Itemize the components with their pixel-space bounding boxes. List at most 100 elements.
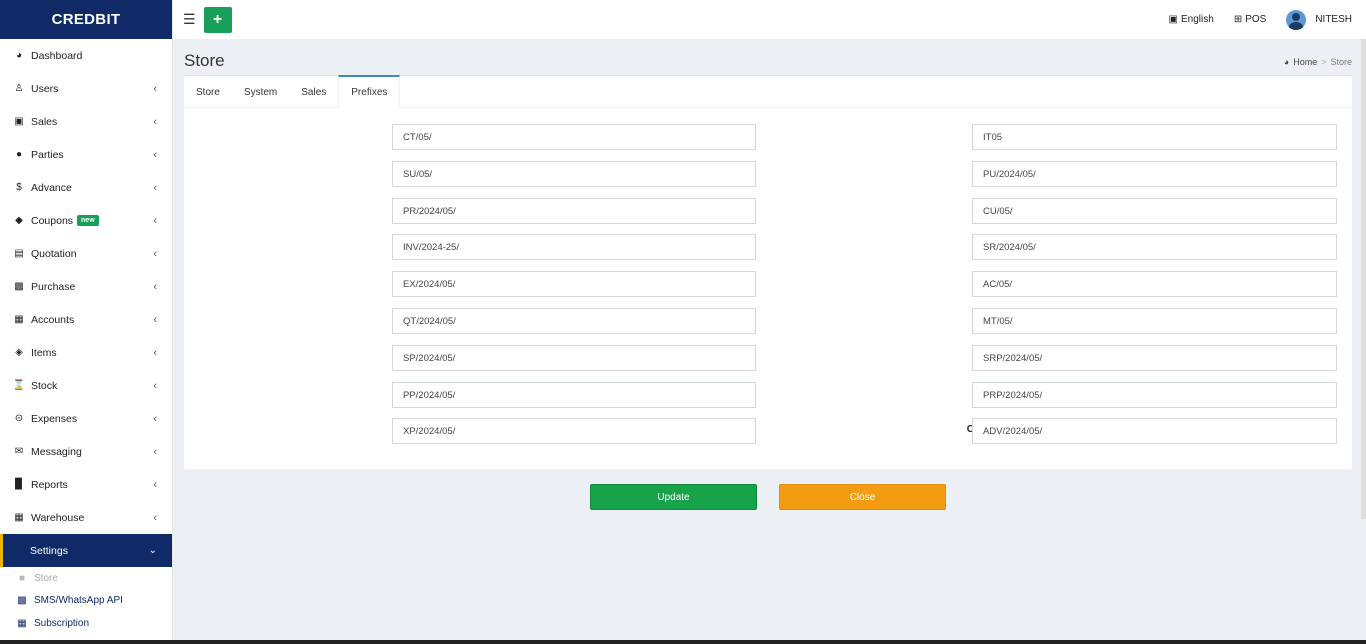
chevron-left-icon: ‹: [153, 247, 157, 260]
hourglass-icon: ⌛: [12, 380, 26, 391]
chevron-left-icon: ‹: [153, 313, 157, 326]
purchase-return-payment-prefix-input[interactable]: [972, 382, 1337, 408]
chevron-left-icon: ‹: [153, 148, 157, 161]
sidebar-item-label: Reports: [31, 478, 68, 491]
submenu-item-subscription[interactable]: ▦ Subscription: [0, 612, 172, 635]
bar-chart-icon: ▉: [15, 479, 23, 490]
sales-prefix-input[interactable]: [392, 234, 756, 260]
language-selector[interactable]: ▣ English: [1169, 14, 1214, 25]
box-icon: ▩: [14, 281, 24, 292]
user-name: NITESH: [1315, 14, 1352, 25]
page-title: Store: [184, 51, 225, 70]
sidebar-item-label: Accounts: [31, 313, 75, 326]
sidebar-item-settings[interactable]: Settings ⌄: [0, 534, 172, 567]
sidebar-item-reports[interactable]: ▉ Reports ‹: [0, 468, 172, 501]
breadcrumb: ◕ Home > Store: [1284, 57, 1352, 67]
update-button[interactable]: Update: [590, 484, 757, 510]
customer-prefix-input[interactable]: [972, 198, 1337, 224]
item-prefix-input[interactable]: [972, 124, 1337, 150]
user-menu[interactable]: NITESH: [1286, 9, 1352, 30]
quick-add-button[interactable]: +: [203, 6, 232, 33]
chevron-left-icon: ‹: [153, 511, 157, 524]
sidebar-item-purchase[interactable]: ▩ Purchase ‹: [0, 270, 172, 303]
sidebar-item-warehouse[interactable]: ▦ Warehouse ‹: [0, 501, 172, 534]
submenu-item-label: SMS/WhatsApp API: [34, 595, 123, 607]
chevron-left-icon: ‹: [153, 82, 157, 95]
sidebar-item-stock[interactable]: ⌛ Stock ‹: [0, 369, 172, 402]
close-button[interactable]: Close: [779, 484, 946, 510]
breadcrumb-home[interactable]: Home: [1293, 57, 1317, 67]
submenu-item-label: Store: [34, 572, 58, 584]
supplier-prefix-input[interactable]: [392, 161, 756, 187]
sidebar-item-label: Settings: [30, 544, 68, 557]
chevron-down-icon: ⌄: [148, 545, 157, 556]
page-scrollbar[interactable]: [1361, 39, 1366, 519]
money-transfer-prefix-input[interactable]: [972, 308, 1337, 334]
tab-sales[interactable]: Sales: [289, 76, 338, 108]
sales-return-payment-prefix-input[interactable]: [972, 345, 1337, 371]
customers-advance-payments-prefix-input[interactable]: [972, 418, 1337, 444]
dollar-icon: $: [16, 182, 22, 193]
building-icon: ▦: [14, 512, 24, 523]
sidebar-item-expenses[interactable]: ⊝ Expenses ‹: [0, 402, 172, 435]
top-navbar: ☰ + ▣ English ⊞ POS NITESH: [173, 0, 1366, 39]
purchase-payment-prefix-input[interactable]: [392, 382, 756, 408]
purchase-return-prefix-input[interactable]: [392, 198, 756, 224]
sales-payment-prefix-input[interactable]: [392, 345, 756, 371]
sidebar-item-label: Warehouse: [31, 511, 85, 524]
expense-payment-prefix-input[interactable]: [392, 418, 756, 444]
quotation-prefix-input[interactable]: [392, 308, 756, 334]
tab-system[interactable]: System: [232, 76, 289, 108]
new-badge: new: [77, 215, 99, 226]
envelope-icon: ✉: [14, 446, 24, 457]
chevron-left-icon: ‹: [153, 379, 157, 392]
settings-panel: Store System Sales Prefixes Category*Sup…: [184, 75, 1352, 469]
pos-link[interactable]: ⊞ POS: [1234, 14, 1267, 25]
submenu-item-sms-whatsapp-api[interactable]: ▩ SMS/WhatsApp API: [0, 590, 172, 613]
sidebar-item-coupons[interactable]: ◆ Coupons new ‹: [0, 204, 172, 237]
tags-icon: ◆: [15, 215, 23, 226]
sidebar-item-label: Purchase: [31, 280, 76, 293]
accounts-prefix-input[interactable]: [972, 271, 1337, 297]
sidebar-item-advance[interactable]: $ Advance ‹: [0, 171, 172, 204]
plus-square-icon: ⊞: [1233, 14, 1243, 25]
cart-icon: ▣: [14, 116, 24, 127]
chevron-left-icon: ‹: [153, 280, 157, 293]
tab-prefixes[interactable]: Prefixes: [338, 75, 401, 108]
users-icon: ●: [15, 149, 23, 160]
tab-store[interactable]: Store: [184, 76, 232, 108]
sidebar-item-items[interactable]: ◈ Items ‹: [0, 336, 172, 369]
cubes-icon: ◈: [15, 347, 23, 358]
sidebar-item-label: Advance: [31, 181, 72, 194]
sidebar-item-sales[interactable]: ▣ Sales ‹: [0, 105, 172, 138]
sidebar-item-dashboard[interactable]: ◕ Dashboard: [0, 39, 172, 72]
dashboard-icon: ◕: [15, 50, 23, 61]
avatar: [1286, 9, 1307, 30]
sidebar-item-accounts[interactable]: ▦ Accounts ‹: [0, 303, 172, 336]
sidebar-item-users[interactable]: ♙ Users ‹: [0, 72, 172, 105]
sidebar-item-label: Users: [31, 82, 59, 95]
navbar-right: ▣ English ⊞ POS NITESH: [1169, 0, 1352, 39]
sidebar-menu: ◕ Dashboard ♙ Users ‹ ▣ Sales ‹ ● Partie…: [0, 39, 172, 567]
chevron-left-icon: ‹: [153, 445, 157, 458]
sidebar-item-label: Stock: [31, 379, 58, 392]
expense-prefix-input[interactable]: [392, 271, 756, 297]
sidebar: CREDBIT ◕ Dashboard ♙ Users ‹ ▣ Sales ‹ …: [0, 0, 173, 644]
menu-toggle-icon[interactable]: ☰: [183, 11, 196, 28]
sales-return-prefix-input[interactable]: [972, 234, 1337, 260]
chevron-left-icon: ‹: [153, 346, 157, 359]
purchase-prefix-input[interactable]: [972, 161, 1337, 187]
category-prefix-input[interactable]: [392, 124, 756, 150]
brand-logo[interactable]: CREDBIT: [0, 0, 172, 39]
grid-icon: ▦: [14, 314, 24, 325]
sidebar-item-label: Coupons: [31, 214, 74, 227]
minus-circle-icon: ⊝: [14, 413, 24, 424]
sidebar-item-messaging[interactable]: ✉ Messaging ‹: [0, 435, 172, 468]
sidebar-item-label: Parties: [31, 148, 64, 161]
settings-tabs: Store System Sales Prefixes: [184, 75, 1352, 108]
submenu-item-store[interactable]: ■ Store: [0, 567, 172, 590]
sidebar-item-label: Dashboard: [31, 49, 83, 62]
sidebar-item-parties[interactable]: ● Parties ‹: [0, 138, 172, 171]
sidebar-item-label: Items: [31, 346, 57, 359]
sidebar-item-quotation[interactable]: ▤ Quotation ‹: [0, 237, 172, 270]
